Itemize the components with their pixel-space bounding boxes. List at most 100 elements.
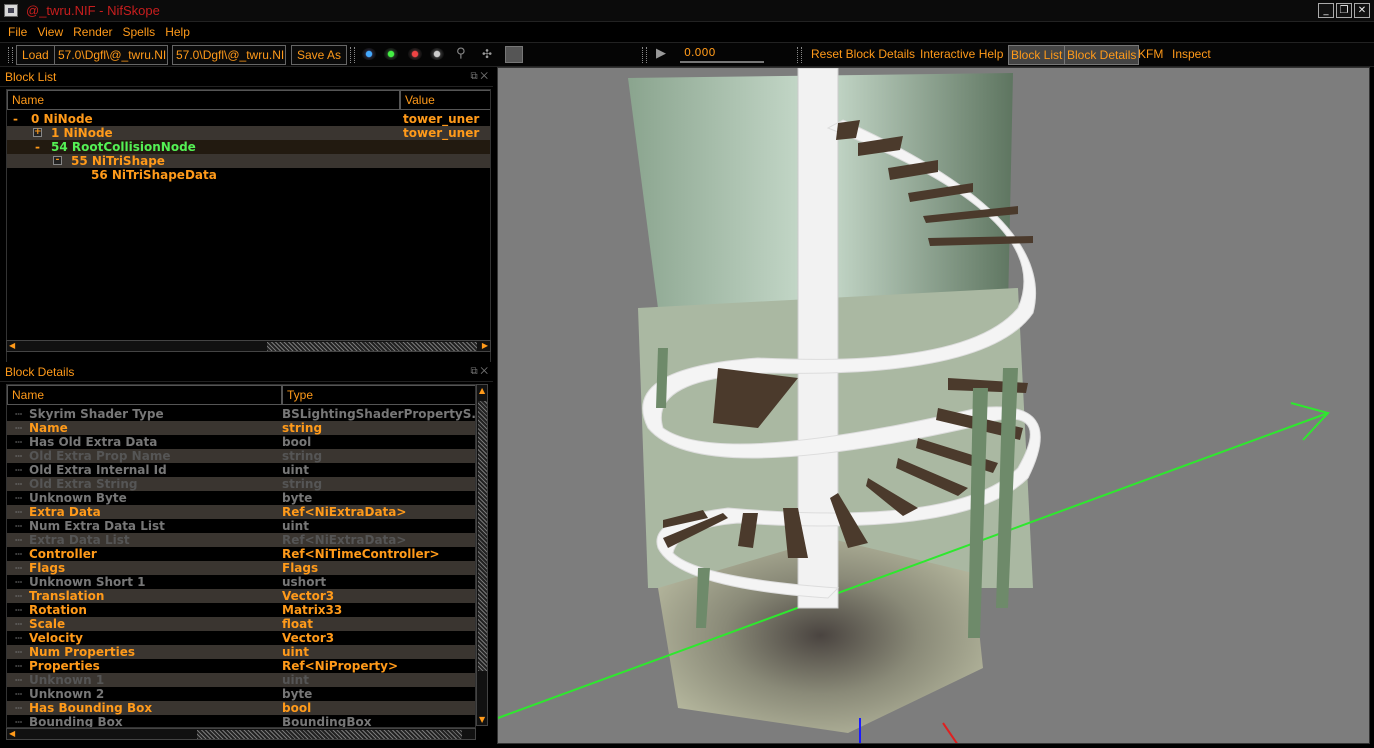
tree-row[interactable]: - 55 NiTriShape — [7, 154, 490, 168]
tree-line-icon: ┄ — [15, 673, 23, 687]
tree-line-icon: ┄ — [15, 547, 23, 561]
walk-icon[interactable]: ⚲ — [456, 47, 470, 60]
block-details-hscroll[interactable]: ◀ — [6, 728, 476, 740]
detail-row[interactable]: ┄ Unknown Short 1 ushort — [7, 575, 475, 589]
detail-row[interactable]: ┄ Has Bounding Box bool — [7, 701, 475, 715]
toolbar-grip[interactable] — [8, 47, 13, 63]
tree-line-icon: ┄ — [15, 533, 23, 547]
detail-row[interactable]: ┄ Name string — [7, 421, 475, 435]
block-list-title: Block List — [5, 70, 57, 84]
save-path-field[interactable]: 57.0\Dgfl\@_twru.NIF — [172, 45, 286, 65]
tree-expander[interactable]: - — [53, 156, 62, 165]
tree-line-icon: ┄ — [15, 491, 23, 505]
time-value: 0.000 — [684, 46, 716, 59]
scroll-thumb[interactable] — [267, 342, 477, 351]
scroll-thumb[interactable] — [197, 730, 462, 739]
block-list-hscroll[interactable]: ◀ ▶ — [6, 340, 491, 352]
toolbar-grip[interactable] — [642, 47, 647, 63]
scroll-left-icon[interactable]: ◀ — [9, 341, 15, 350]
menu-spells[interactable]: Spells — [123, 25, 156, 39]
column-header-value[interactable]: Value — [400, 90, 490, 110]
tree-row[interactable]: - 0 NiNode tower_uner — [7, 112, 490, 126]
detail-row[interactable]: ┄ Flags Flags — [7, 561, 475, 575]
kfm-button[interactable]: KFM — [1138, 45, 1163, 65]
load-button[interactable]: Load — [16, 45, 55, 65]
detail-row-name: Rotation — [29, 603, 87, 617]
detail-row[interactable]: ┄ Controller Ref<NiTimeController> — [7, 547, 475, 561]
detail-row[interactable]: ┄ Scale float — [7, 617, 475, 631]
detail-row[interactable]: ┄ Skyrim Shader Type BSLightingShaderPrope… — [7, 407, 475, 421]
inspect-button[interactable]: Inspect — [1172, 45, 1211, 65]
view-icon[interactable] — [362, 48, 376, 60]
detail-row[interactable]: ┄ Translation Vector3 — [7, 589, 475, 603]
menu-view[interactable]: View — [37, 25, 63, 39]
detail-row[interactable]: ┄ Rotation Matrix33 — [7, 603, 475, 617]
detail-row[interactable]: ┄ Extra Data List Ref<NiExtraData> — [7, 533, 475, 547]
tree-line-icon: ┄ — [15, 645, 23, 659]
menu-help[interactable]: Help — [165, 25, 190, 39]
detail-row[interactable]: ┄ Unknown Byte byte — [7, 491, 475, 505]
detail-row[interactable]: ┄ Old Extra String string — [7, 477, 475, 491]
toggle-icon[interactable] — [505, 46, 523, 63]
scroll-down-icon[interactable]: ▼ — [479, 715, 485, 724]
detail-row[interactable]: ┄ Has Old Extra Data bool — [7, 435, 475, 449]
detail-row[interactable]: ┄ Old Extra Prop Name string — [7, 449, 475, 463]
play-icon[interactable]: ▶ — [656, 47, 670, 60]
load-path-field[interactable]: 57.0\Dgfl\@_twru.NIF — [54, 45, 168, 65]
detail-row[interactable]: ┄ Bounding Box BoundingBox — [7, 715, 475, 728]
time-slider[interactable] — [680, 61, 764, 63]
detail-row[interactable]: ┄ Properties Ref<NiProperty> — [7, 659, 475, 673]
tree-line-icon: ┄ — [15, 449, 23, 463]
x-axis-line — [942, 722, 958, 743]
tree-row[interactable]: 56 NiTriShapeData — [7, 168, 490, 182]
detail-row[interactable]: ┄ Extra Data Ref<NiExtraData> — [7, 505, 475, 519]
tree-row-selected[interactable]: - 54 RootCollisionNode — [7, 140, 490, 154]
detail-row[interactable]: ┄ Unknown 2 byte — [7, 687, 475, 701]
detail-row[interactable]: ┄ Num Extra Data List uint — [7, 519, 475, 533]
block-details-tree[interactable]: Name Type ┄ Skyrim Shader Type BSLightingS… — [6, 384, 476, 728]
axes-icon[interactable]: ✣ — [482, 48, 496, 60]
render-viewport[interactable] — [497, 67, 1370, 744]
tree-row[interactable]: + 1 NiNode tower_uner — [7, 126, 490, 140]
column-header-type[interactable]: Type — [282, 385, 475, 405]
detail-row[interactable]: ┄ Unknown 1 uint — [7, 673, 475, 687]
interactive-help-button[interactable]: Interactive Help — [920, 45, 1003, 65]
tree-line-icon: ┄ — [15, 603, 23, 617]
menu-render[interactable]: Render — [73, 25, 112, 39]
detail-row[interactable]: ┄ Velocity Vector3 — [7, 631, 475, 645]
app-icon[interactable] — [4, 4, 18, 17]
scroll-left-icon[interactable]: ◀ — [9, 729, 15, 738]
detail-row-name: Old Extra Prop Name — [29, 449, 171, 463]
scroll-thumb[interactable] — [478, 401, 487, 671]
view-icon[interactable] — [384, 48, 398, 60]
tree-expander[interactable]: + — [33, 128, 42, 137]
block-details-toggle[interactable]: Block Details — [1064, 45, 1140, 65]
tree-expander[interactable]: - — [13, 112, 18, 126]
scroll-right-icon[interactable]: ▶ — [482, 341, 488, 350]
panel-buttons[interactable]: ⧉ ✕ — [470, 362, 488, 382]
save-as-button[interactable]: Save As — [291, 45, 348, 65]
restore-button[interactable]: ❐ — [1336, 3, 1352, 18]
detail-row-name: Num Properties — [29, 645, 136, 659]
detail-row[interactable]: ┄ Old Extra Internal Id uint — [7, 463, 475, 477]
block-details-vscroll[interactable]: ▲ ▼ — [476, 384, 488, 726]
block-list-toggle[interactable]: Block List — [1008, 45, 1066, 65]
menu-file[interactable]: File — [8, 25, 27, 39]
detail-row[interactable]: ┄ Num Properties uint — [7, 645, 475, 659]
column-header-name[interactable]: Name — [7, 90, 400, 110]
toolbar-grip[interactable] — [350, 47, 355, 63]
scroll-up-icon[interactable]: ▲ — [479, 386, 485, 395]
block-list-panel: Block List ⧉ ✕ Name Value - 0 NiNode tow… — [0, 67, 493, 411]
close-button[interactable]: ✕ — [1354, 3, 1370, 18]
view-icon[interactable] — [408, 48, 422, 60]
panel-title: Block Details ⧉ ✕ — [0, 362, 493, 382]
reset-block-details-button[interactable]: Reset Block Details — [811, 45, 915, 65]
view-icon[interactable] — [430, 48, 444, 60]
toolbar-grip[interactable] — [797, 47, 802, 63]
detail-row-type: Ref<NiExtraData> — [282, 533, 407, 547]
minimize-button[interactable]: _ — [1318, 3, 1334, 18]
panel-buttons[interactable]: ⧉ ✕ — [470, 67, 488, 87]
column-header-name[interactable]: Name — [7, 385, 282, 405]
detail-row-type: BoundingBox — [282, 715, 372, 728]
tree-expander[interactable]: - — [35, 140, 40, 154]
